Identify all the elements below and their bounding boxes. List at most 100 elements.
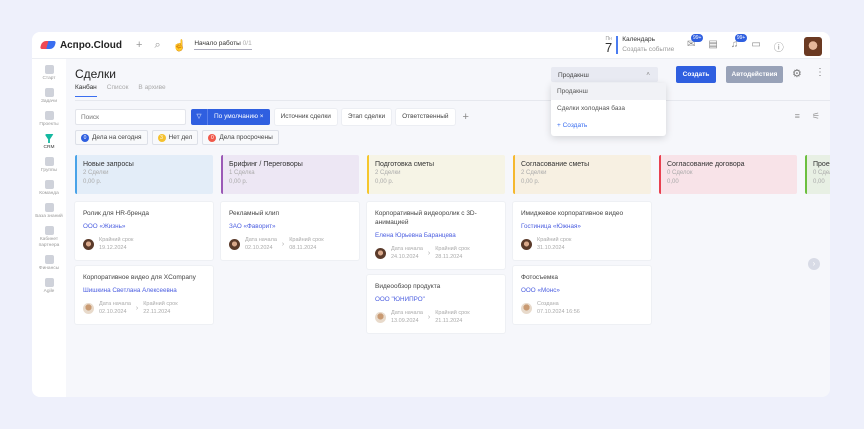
deal-title: Имиджевое корпоративное видео: [521, 210, 624, 217]
sidebar-icon: [44, 111, 54, 120]
filter-icon: ▽: [191, 109, 208, 125]
search-input[interactable]: [75, 109, 186, 125]
divider: [75, 100, 830, 101]
user-avatar[interactable]: [804, 37, 822, 56]
pipeline-option[interactable]: Продакнш: [551, 83, 666, 100]
close-icon[interactable]: ×: [260, 113, 264, 120]
mail-icon[interactable]: ✉ 99+: [687, 34, 704, 54]
due-date: 31.10.2024: [537, 245, 565, 251]
due-label: Крайний срок: [435, 246, 470, 252]
chip-label: Дела на сегодня: [92, 134, 142, 141]
sidebar-item[interactable]: Задачи: [32, 88, 66, 105]
deal-card[interactable]: Фотосъемка ООО «Монс» Создана 07.10.2024 16…: [513, 266, 651, 324]
deal-card[interactable]: Корпоративное видео для XCompany Шишкина …: [75, 266, 213, 324]
chat-icon[interactable]: ▭: [751, 39, 760, 54]
sidebar-icon: [44, 203, 54, 212]
pipeline-select[interactable]: Продакнш ˄: [551, 67, 658, 82]
gear-icon[interactable]: ⚙: [792, 67, 802, 80]
onboarding-icon[interactable]: ☝: [173, 39, 187, 52]
sidebar-item[interactable]: Финансы: [32, 255, 66, 272]
deal-card[interactable]: Имиджевое корпоративное видео Гостиница «…: [513, 202, 651, 260]
create-button[interactable]: Создать: [676, 66, 716, 83]
pipeline-dropdown: Продакнш Сделки холодная база + Создать: [551, 83, 666, 136]
help-icon[interactable]: ⓘ: [774, 39, 784, 54]
avatar: [375, 247, 386, 259]
sidebar-icon: [44, 157, 54, 166]
tab-list[interactable]: Список: [107, 84, 129, 97]
start-label: Дата начала: [391, 310, 423, 316]
page-title: Сделки: [75, 67, 116, 81]
column-title: Проект: [813, 161, 830, 168]
due-date: 08.11.2024: [289, 245, 317, 251]
activity-chip[interactable]: 3 Нет дел: [151, 130, 199, 145]
deal-client-link[interactable]: Шишкина Светлана Алексеевна: [83, 287, 205, 294]
calendar-title: Календарь: [622, 36, 656, 43]
due-date: 07.10.2024 16:56: [537, 309, 580, 315]
sidebar-item-label: Задачи: [40, 99, 58, 104]
mail-badge: 99+: [691, 34, 704, 42]
kanban-column: Подготовка сметы 2 Сделки 0,00 р. Корпорати…: [367, 155, 505, 333]
filter-stage[interactable]: Этап сделки: [341, 109, 392, 125]
scroll-right-button[interactable]: ›: [808, 258, 820, 270]
activity-chip[interactable]: 0 Дела просрочены: [202, 130, 279, 145]
pipeline-option[interactable]: Сделки холодная база: [551, 100, 666, 117]
calendar-widget[interactable]: Пн 7 Календарь Создать событие: [605, 35, 674, 55]
filter-responsible[interactable]: Ответственный: [396, 109, 455, 125]
chip-count: 3: [157, 133, 166, 142]
sort-icon[interactable]: ≡: [795, 111, 800, 122]
automation-button[interactable]: Автодействия: [726, 66, 783, 83]
sidebar-item[interactable]: База знаний: [32, 203, 66, 220]
column-count: 2 Сделки: [375, 170, 401, 176]
create-event-link[interactable]: Создать событие: [622, 45, 674, 55]
settings-sliders-icon[interactable]: ⚟: [812, 111, 820, 122]
deal-client-link[interactable]: Елена Юрьевна Баранцева: [375, 232, 497, 239]
deal-client-link[interactable]: ООО «Жизнь»: [83, 223, 205, 230]
search-icon[interactable]: ⌕: [154, 39, 160, 52]
deal-card[interactable]: Видеообзор продукта ООО "ЮНИПРО" Дата нача…: [367, 275, 505, 333]
start-date: 24.10.2024: [391, 254, 419, 260]
column-header: Согласование сметы 2 Сделки 0,00 р.: [513, 155, 651, 194]
sidebar-item[interactable]: Команда: [32, 180, 66, 197]
sidebar-item[interactable]: Старт: [32, 65, 66, 82]
bell-badge: 99+: [734, 34, 748, 42]
tab-kanban[interactable]: Канбан: [75, 84, 97, 97]
deal-card[interactable]: Корпоративный видеоролик с 3D-анимацией Е…: [367, 202, 505, 269]
deal-card[interactable]: Ролик для HR-бренда ООО «Жизнь» Крайний ср…: [75, 202, 213, 260]
start-progress[interactable]: Начало работы 0/1: [194, 40, 252, 50]
sidebar-item[interactable]: CRM: [32, 134, 66, 151]
chip-label: Дела просрочены: [219, 134, 273, 141]
deal-client-link[interactable]: Гостиница «Южная»: [521, 223, 643, 230]
chip-count: 0: [208, 133, 217, 142]
column-sum: 0,00 р.: [521, 179, 540, 185]
pipeline-create-option[interactable]: + Создать: [551, 117, 666, 134]
default-filter[interactable]: ▽ По умолчанию ×: [191, 109, 270, 125]
chevron-right-icon: ›: [135, 304, 139, 312]
chip-count: 0: [81, 133, 89, 142]
deal-card[interactable]: Рекламный клип ЗАО «Фаворит» Дата начала 02…: [221, 202, 359, 260]
start-date: 13.09.2024: [391, 318, 419, 324]
plus-icon[interactable]: +: [136, 39, 142, 51]
sidebar-item-label: Кабинет партнера: [38, 237, 60, 248]
sidebar-icon: [44, 226, 54, 235]
due-date: 22.11.2024: [143, 309, 171, 315]
activity-chip[interactable]: 0 Дела на сегодня: [75, 130, 148, 145]
add-filter-icon[interactable]: +: [463, 111, 469, 123]
deal-client-link[interactable]: ООО «Монс»: [521, 287, 643, 294]
sidebar-item[interactable]: Проекты: [32, 111, 66, 128]
sidebar-item-label: База знаний: [35, 214, 63, 219]
brand-name: Аспро.Cloud: [60, 39, 123, 51]
bell-icon[interactable]: ♫ 99+: [731, 34, 748, 54]
notes-icon[interactable]: ▤: [708, 39, 717, 54]
brand-logo[interactable]: Аспро.Cloud: [39, 39, 123, 51]
default-filter-label: По умолчанию: [214, 113, 258, 120]
tab-archive[interactable]: В архиве: [138, 84, 165, 97]
avatar: [375, 311, 386, 323]
sidebar-item[interactable]: Группы: [32, 157, 66, 174]
deal-client-link[interactable]: ЗАО «Фаворит»: [229, 223, 351, 230]
sidebar-item[interactable]: Agile: [32, 278, 66, 295]
start-count: 0/1: [242, 40, 252, 47]
more-icon[interactable]: ⋮: [815, 67, 825, 78]
filter-source[interactable]: Источник сделки: [274, 109, 337, 125]
deal-client-link[interactable]: ООО "ЮНИПРО": [375, 296, 497, 303]
sidebar-item[interactable]: Кабинет партнера: [32, 226, 66, 249]
